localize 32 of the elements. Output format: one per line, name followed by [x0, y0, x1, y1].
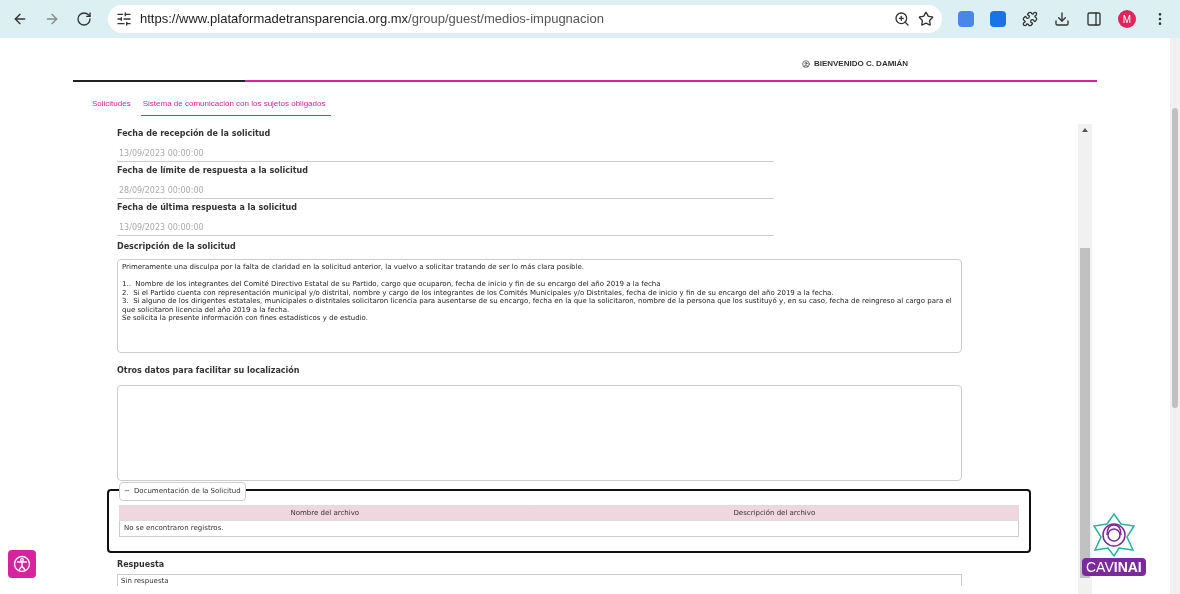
- chat-logo-label: CAVINAI: [1082, 558, 1146, 576]
- nav-tab[interactable]: Solicitudes: [90, 98, 133, 116]
- download-icon[interactable]: [1054, 11, 1070, 27]
- zoom-icon[interactable]: [894, 11, 910, 27]
- accessibility-icon: [13, 555, 31, 573]
- address-bar[interactable]: https://www.plataformadetransparencia.org.mx/group/guest/medios-impugnacion: [108, 5, 942, 33]
- chat-assistant-button[interactable]: CAVINAI: [1082, 512, 1146, 576]
- extensions-icon[interactable]: [1022, 11, 1038, 27]
- field-label: Descripción de la solicitud: [117, 241, 237, 253]
- profile-avatar[interactable]: M: [1118, 10, 1136, 28]
- field-label: Fecha de recepción de la solicitud: [117, 128, 272, 140]
- url-text: https://www.plataformadetransparencia.org.mx/group/guest/medios-impugnacion: [140, 10, 604, 29]
- forward-icon[interactable]: [44, 11, 60, 27]
- date-field: 28/09/2023 00:00:00: [117, 177, 774, 199]
- bookmark-star-icon[interactable]: [918, 11, 934, 27]
- side-panel-icon[interactable]: [1086, 11, 1102, 27]
- scroll-up-icon[interactable]: [1082, 128, 1088, 132]
- field-label: Fecha de límite de respuesta a la solicitud: [117, 165, 309, 177]
- date-field: 13/09/2023 00:00:00: [117, 214, 774, 236]
- accessibility-button[interactable]: [8, 550, 36, 578]
- back-icon[interactable]: [12, 11, 28, 27]
- reload-icon[interactable]: [76, 11, 92, 27]
- date-field: 13/09/2023 00:00:00: [117, 140, 774, 162]
- field-label: Otros datos para facilitar su localización: [117, 365, 301, 377]
- field-label: Fecha de última respuesta a la solicitud: [117, 202, 298, 214]
- page-scrollbar[interactable]: [1170, 38, 1180, 594]
- scrollbar-thumb[interactable]: [1172, 108, 1178, 408]
- user-icon: [801, 60, 810, 68]
- welcome-link[interactable]: BIENVENIDO C. DAMIÁN: [801, 58, 909, 70]
- site-settings-icon[interactable]: [116, 11, 132, 27]
- field-label: Respuesta: [117, 558, 166, 571]
- nav-tab[interactable]: Sistema de comunicación con los sujetos obligados: [140, 98, 332, 116]
